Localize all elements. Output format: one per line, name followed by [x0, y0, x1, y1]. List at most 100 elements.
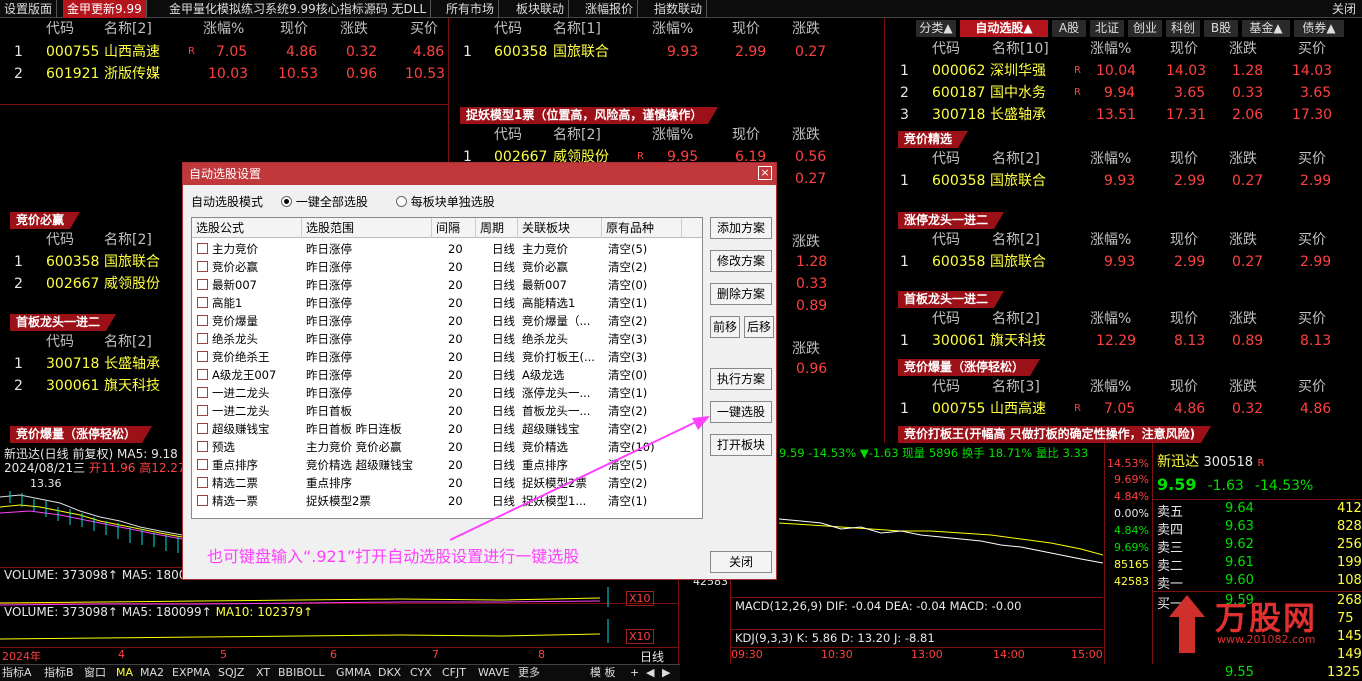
scroll-right-button[interactable]: ▶: [662, 665, 670, 681]
template-button[interactable]: 模 板: [590, 665, 616, 681]
tab-sector-link[interactable]: 板块联动: [512, 0, 570, 18]
list-item[interactable]: 2 300061 旗天科技: [0, 375, 182, 397]
add-plan-button[interactable]: 添加方案: [710, 217, 772, 239]
ma-button[interactable]: MA: [116, 665, 133, 681]
list-item[interactable]: 3 300718 长盛轴承 13.51 17.31 2.06 17.30: [886, 104, 1362, 126]
tab-layout-settings[interactable]: 设置版面: [0, 0, 58, 18]
list-item[interactable]: 1 600358 国旅联合 9.93 2.99 0.27 2.99: [886, 170, 1362, 192]
list-item[interactable]: 2 601921 浙版传媒 10.03 10.53 0.96 10.53: [0, 63, 448, 85]
table-cell: 昨日涨停: [306, 350, 352, 364]
row-checkbox[interactable]: [197, 315, 208, 326]
tab-all-markets[interactable]: 所有市场: [442, 0, 500, 18]
col-range[interactable]: 选股范围: [302, 218, 432, 238]
table-cell: 高能1: [212, 296, 243, 310]
list-item[interactable]: 1 600358 国旅联合: [0, 251, 182, 273]
col-existing[interactable]: 原有品种: [602, 218, 682, 238]
tab-fund[interactable]: 基金▲: [1242, 20, 1290, 37]
row-checkbox[interactable]: [197, 495, 208, 506]
xt-button[interactable]: XT: [256, 665, 270, 681]
tab-chinext[interactable]: 创业: [1128, 20, 1162, 37]
list-item[interactable]: 1 000755 山西高速 R 7.05 4.86 0.32 4.86: [0, 41, 448, 63]
list-item[interactable]: 2 002667 威领股份: [0, 273, 182, 295]
tab-gain-quotes[interactable]: 涨幅报价: [581, 0, 639, 18]
more-button[interactable]: 更多: [518, 665, 540, 681]
col-interval[interactable]: 间隔: [432, 218, 476, 238]
tab-index-link[interactable]: 指数联动: [650, 0, 708, 18]
tab-quant-system[interactable]: 金甲量化模拟练习系统9.99核心指标源码 无DLL: [165, 0, 432, 18]
list-item[interactable]: 1 600358 国旅联合 9.93 2.99 0.27: [449, 41, 884, 63]
table-row[interactable]: 一进二龙头 昨日涨停 20 日线 涨停龙头一... 清空(1): [192, 384, 702, 402]
indicator-b-button[interactable]: 指标B: [44, 665, 74, 681]
list-item[interactable]: 1 300061 旗天科技 12.29 8.13 0.89 8.13: [886, 330, 1362, 352]
row-checkbox[interactable]: [197, 423, 208, 434]
table-row[interactable]: 竞价必赢 昨日涨停 20 日线 竞价必赢 清空(2): [192, 258, 702, 276]
bbiboll-button[interactable]: BBIBOLL: [278, 665, 325, 681]
close-button[interactable]: 关闭: [1328, 0, 1360, 18]
table-row[interactable]: 竞价爆量 昨日涨停 20 日线 竞价爆量（... 清空(2): [192, 312, 702, 330]
row-checkbox[interactable]: [197, 459, 208, 470]
tab-b-share[interactable]: B股: [1204, 20, 1238, 37]
row-checkbox[interactable]: [197, 243, 208, 254]
cyx-button[interactable]: CYX: [410, 665, 432, 681]
table-cell: 昨日涨停: [306, 260, 352, 274]
tab-auto-select[interactable]: 自动选股▲: [960, 20, 1048, 37]
add-button[interactable]: +: [630, 665, 639, 681]
row-checkbox[interactable]: [197, 279, 208, 290]
tab-bond[interactable]: 债券▲: [1294, 20, 1344, 37]
tab-category[interactable]: 分类▲: [916, 20, 956, 37]
col-formula[interactable]: 选股公式: [192, 218, 302, 238]
move-down-button[interactable]: 后移: [744, 316, 774, 338]
table-row[interactable]: A级龙王007 昨日涨停 20 日线 A级龙选 清空(0): [192, 366, 702, 384]
table-row[interactable]: 最新007 昨日涨停 20 日线 最新007 清空(0): [192, 276, 702, 294]
cfjt-button[interactable]: CFJT: [442, 665, 466, 681]
row-checkbox[interactable]: [197, 387, 208, 398]
wave-button[interactable]: WAVE: [478, 665, 510, 681]
row-checkbox[interactable]: [197, 405, 208, 416]
table-row[interactable]: 高能1 昨日涨停 20 日线 高能精选1 清空(1): [192, 294, 702, 312]
window-button[interactable]: 窗口: [84, 665, 106, 681]
delete-plan-button[interactable]: 删除方案: [710, 283, 772, 305]
row-checkbox[interactable]: [197, 441, 208, 452]
row-checkbox[interactable]: [197, 369, 208, 380]
tab-a-share[interactable]: A股: [1052, 20, 1086, 37]
expma-button[interactable]: EXPMA: [172, 665, 210, 681]
move-up-button[interactable]: 前移: [710, 316, 740, 338]
tab-star[interactable]: 科创: [1166, 20, 1200, 37]
tab-update[interactable]: 金甲更新9.99: [63, 0, 147, 18]
radio-all-select[interactable]: 一键全部选股: [280, 195, 368, 209]
row-checkbox[interactable]: [197, 297, 208, 308]
table-cell: 清空(3): [608, 332, 648, 346]
row-checkbox[interactable]: [197, 351, 208, 362]
ma2-button[interactable]: MA2: [140, 665, 164, 681]
gmma-button[interactable]: GMMA: [336, 665, 371, 681]
dialog-close-icon[interactable]: ×: [758, 166, 772, 180]
scroll-left-button[interactable]: ◀: [646, 665, 654, 681]
row-checkbox[interactable]: [197, 261, 208, 272]
sqjz-button[interactable]: SQJZ: [218, 665, 244, 681]
table-row[interactable]: 绝杀龙头 昨日涨停 20 日线 绝杀龙头 清空(3): [192, 330, 702, 348]
dialog-close-button[interactable]: 关闭: [710, 551, 772, 573]
dkx-button[interactable]: DKX: [378, 665, 401, 681]
execute-plan-button[interactable]: 执行方案: [710, 368, 772, 390]
col-period[interactable]: 周期: [476, 218, 518, 238]
indicator-a-button[interactable]: 指标A: [2, 665, 32, 681]
row-checkbox[interactable]: [197, 477, 208, 488]
table-row[interactable]: 主力竞价 昨日涨停 20 日线 主力竞价 清空(5): [192, 240, 702, 258]
table-cell: 竞价爆量（...: [522, 314, 591, 328]
row-checkbox[interactable]: [197, 333, 208, 344]
table-cell: 主力竞价: [212, 242, 258, 256]
table-row[interactable]: 竞价绝杀王 昨日涨停 20 日线 竞价打板王(... 清空(3): [192, 348, 702, 366]
edit-plan-button[interactable]: 修改方案: [710, 250, 772, 272]
radio-per-sector[interactable]: 每板块单独选股: [395, 195, 495, 209]
list-item[interactable]: 2 600187 国中水务 R 9.94 3.65 0.33 3.65: [886, 82, 1362, 104]
list-item[interactable]: 1 300718 长盛轴承: [0, 353, 182, 375]
stock-list-first-board-right: 代码 名称[2] 涨幅% 现价 涨跌 买价 1 300061 旗天科技 12.29 8.1…: [886, 308, 1362, 356]
list-item[interactable]: 1 000755 山西高速 R 7.05 4.86 0.32 4.86: [886, 398, 1362, 420]
list-item[interactable]: 1 000062 深圳华强 R 10.04 14.03 1.28 14.03: [886, 60, 1362, 82]
dialog-title: 自动选股设置: [183, 163, 776, 185]
col-sector[interactable]: 关联板块: [518, 218, 602, 238]
tab-bse[interactable]: 北证: [1090, 20, 1124, 37]
table-cell: 20: [448, 332, 463, 346]
intraday-chart[interactable]: 9.59 -14.53% ▼-1.63 现量 5896 换手 18.71% 量比…: [693, 443, 1103, 664]
list-item[interactable]: 1 600358 国旅联合 9.93 2.99 0.27 2.99: [886, 251, 1362, 273]
